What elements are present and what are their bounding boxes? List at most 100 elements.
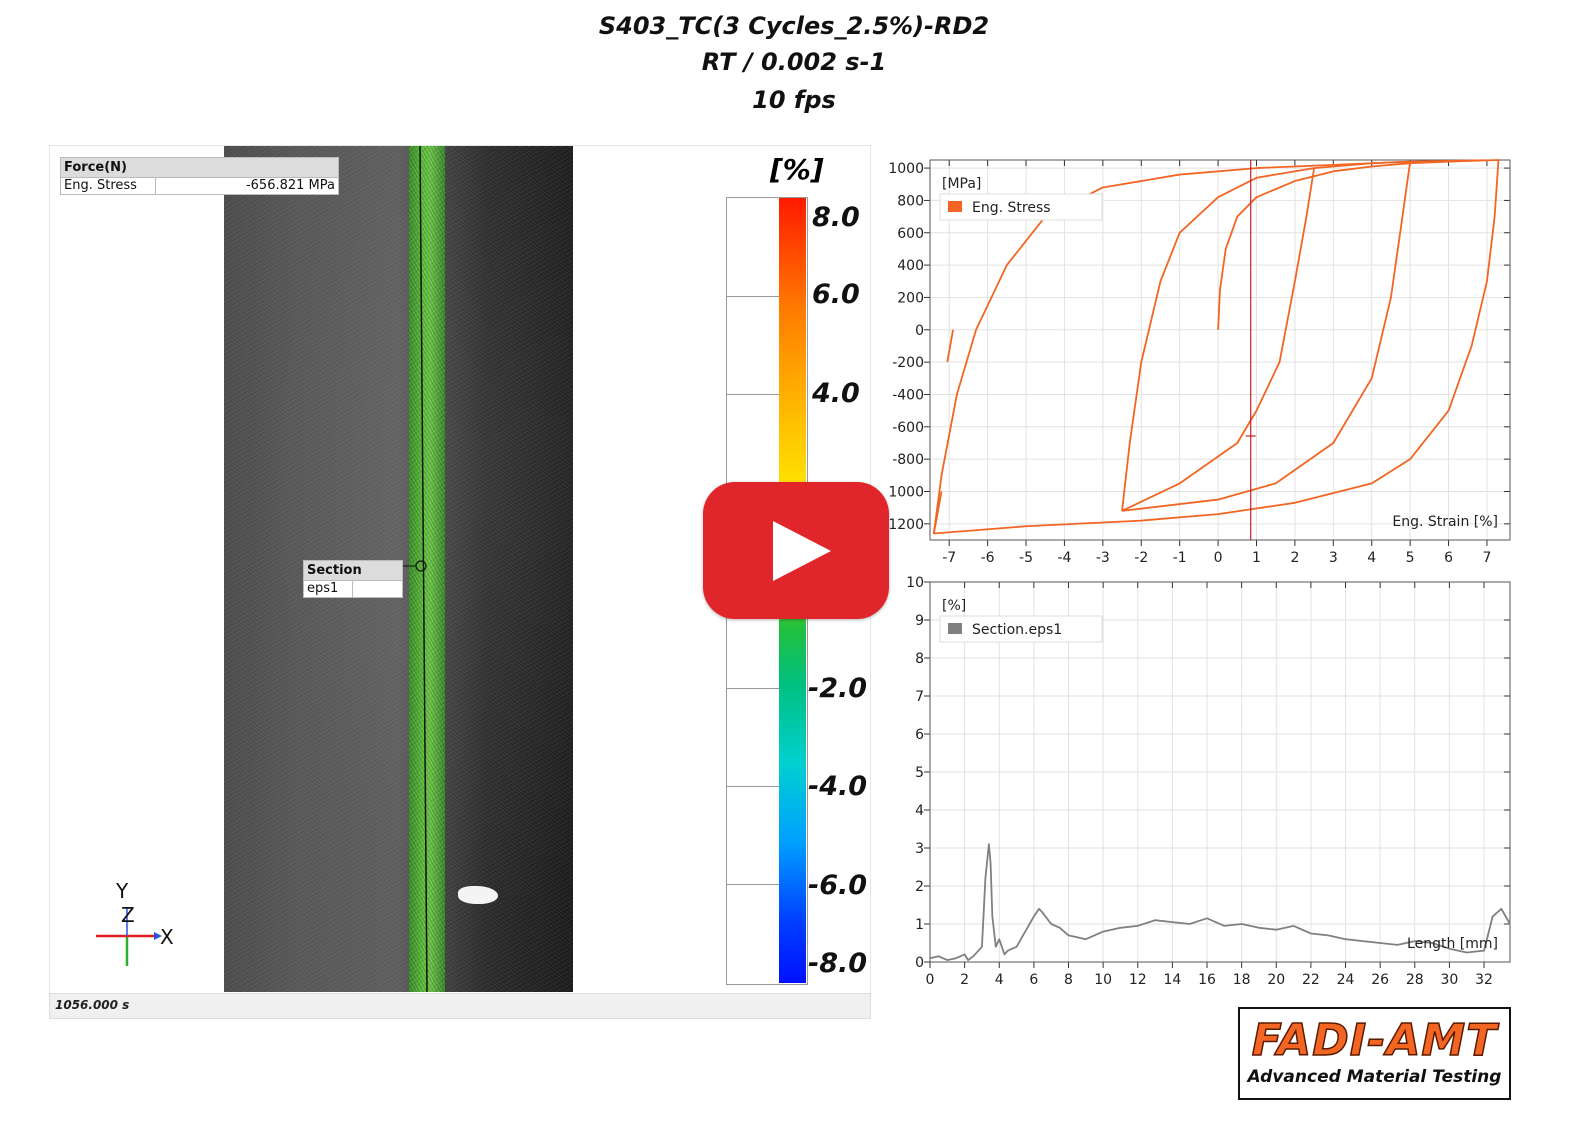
force-readout-title: Force(N) [61,158,338,177]
strain-profile-chart: 0 2 4 6 8 10 12 14 16 18 20 22 24 26 28 30 3201234567891… [906,575,1511,988]
legend-label: Eng. Stress [972,200,1051,216]
colorbar-label: -4.0 [808,771,868,802]
x-tick-label: 14 [1163,972,1181,988]
colorbar-label: 8.0 [812,202,860,233]
x-tick-label: 16 [1198,972,1216,988]
x-tick-label: 8 [1064,972,1073,988]
play-icon [773,521,831,581]
x-tick-label: 7 [1482,550,1491,566]
specimen-glare [458,886,498,904]
y-tick-label: 8 [915,651,924,667]
x-tick-label: -7 [942,550,956,566]
x-tick-label: 3 [1329,550,1338,566]
x-tick-label: -3 [1096,550,1110,566]
x-tick-label: -4 [1057,550,1071,566]
z-axis-label: Z [121,903,135,927]
y-tick-label: 200 [897,290,924,306]
x-tick-label: 28 [1406,972,1424,988]
y-tick-label: 4 [915,803,924,819]
force-readout-label: Eng. Stress [61,178,156,194]
colorbar-label: -2.0 [808,673,868,704]
legend-swatch [948,623,962,634]
x-tick-label: 24 [1337,972,1355,988]
force-readout-value: -656.821 MPa [245,178,335,193]
section-readout-label: eps1 [304,581,353,597]
x-tick-label: -6 [981,550,995,566]
title-line-1: S403_TC(3 Cycles_2.5%)-RD2 [598,12,990,40]
y-tick-label: -600 [892,420,924,436]
section-readout-box: Section eps1 [303,560,403,598]
x-tick-label: 6 [1444,550,1453,566]
colorbar-tick [726,786,779,787]
stress-strain-chart: -7 -6 -5 -4 -3 -2 -1 0 1 2 3 4 5 6 7 1000 800 600 400 200 0 -… [888,159,1511,566]
x-tick-label: 4 [1367,550,1376,566]
y-tick-label: 6 [915,727,924,743]
colorbar-tick [726,296,779,297]
x-axis-label: Length [mm] [1407,936,1498,952]
section-point-marker [415,560,427,572]
x-tick-label: 30 [1440,972,1458,988]
x-tick-label: 2 [960,972,969,988]
y-tick-label: 1000 [888,161,924,177]
y-tick-label: -200 [892,355,924,371]
y-tick-label: 5 [915,765,924,781]
x-tick-label: 18 [1233,972,1251,988]
x-tick-label: 32 [1475,972,1493,988]
x-tick-label: 5 [1406,550,1415,566]
x-axis-label: X [160,925,174,949]
colorbar-unit: [%] [770,153,824,186]
x-tick-label: 20 [1267,972,1285,988]
logo-main-text: FADI-AMT [1251,1014,1498,1067]
y-tick-label: -800 [892,452,924,468]
y-axis-unit: [MPa] [942,176,981,192]
y-tick-label: 400 [897,258,924,274]
force-readout-box: Force(N) Eng. Stress -656.821 MPa [60,157,339,195]
axes-triad: Y Z X [96,879,174,966]
y-axis-label: Y [115,879,129,903]
status-bar [49,993,871,1019]
colorbar-label: -8.0 [808,948,868,979]
x-tick-label: 0 [1214,550,1223,566]
x-tick-label: 10 [1094,972,1112,988]
logo-sub-text: Advanced Material Testing [1247,1067,1502,1087]
legend-label: Section.eps1 [972,622,1062,638]
colorbar-label: 6.0 [812,279,860,310]
y-tick-label: 600 [897,226,924,242]
x-tick-label: -2 [1134,550,1148,566]
y-tick-label: 800 [897,193,924,209]
y-tick-label: 2 [915,879,924,895]
x-tick-label: 26 [1371,972,1389,988]
y-tick-label: 1200 [888,517,924,533]
section-readout-title: Section [304,561,402,580]
company-logo: FADI-AMT Advanced Material Testing [1238,1007,1511,1100]
time-readout: 1056.000 s [55,998,130,1012]
y-tick-label: 7 [915,689,924,705]
x-tick-label: 4 [995,972,1004,988]
x-tick-label: 12 [1129,972,1147,988]
video-play-button[interactable] [703,482,889,619]
y-tick-label: 1 [915,917,924,933]
y-tick-label: 0 [915,955,924,971]
x-tick-label: 22 [1302,972,1320,988]
y-tick-label: 3 [915,841,924,857]
section-line [419,146,428,992]
legend-swatch [948,201,962,212]
y-axis-unit: [%] [942,598,966,614]
title-line-3: 10 fps [752,86,836,114]
colorbar-tick [726,688,779,689]
x-tick-label: 2 [1290,550,1299,566]
x-tick-label: 0 [926,972,935,988]
y-tick-label: -400 [892,387,924,403]
y-tick-label: 9 [915,613,924,629]
colorbar-label: 4.0 [812,378,860,409]
colorbar-tick [726,884,779,885]
y-tick-label: 10 [906,575,924,591]
x-tick-label: -5 [1019,550,1033,566]
x-tick-label: 6 [1029,972,1038,988]
title-line-2: RT / 0.002 s-1 [701,48,887,76]
y-tick-label: 1000 [888,484,924,500]
colorbar-tick [726,394,779,395]
x-tick-label: -1 [1173,550,1187,566]
x-tick-label: 1 [1252,550,1261,566]
y-tick-label: 0 [915,323,924,339]
